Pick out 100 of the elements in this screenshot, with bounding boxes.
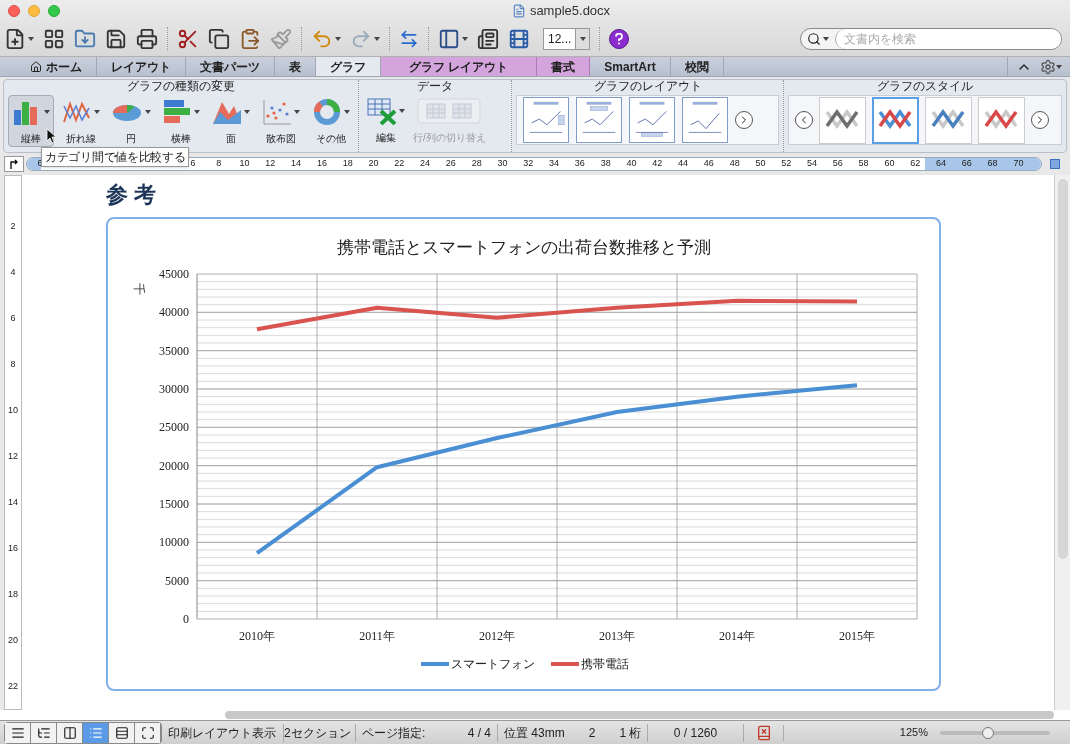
sidebar-button[interactable] — [438, 28, 468, 50]
y-tick-label: 25000 — [158, 420, 189, 435]
x-tick-label: 2011年 — [358, 629, 395, 643]
ribbon-tab[interactable]: ホーム — [16, 57, 97, 76]
legend-label: 携帯電話 — [580, 657, 629, 671]
ruler-number: 8 — [10, 358, 16, 371]
ruler-toggle-icon[interactable] — [1050, 159, 1060, 169]
layout-thumbnail[interactable] — [523, 97, 569, 143]
caret-icon — [579, 37, 586, 41]
font-size-field[interactable]: 12... — [543, 28, 591, 50]
caret-icon — [28, 37, 34, 41]
ruler-number: 14 — [8, 496, 18, 509]
ruler-number: 52 — [780, 157, 793, 171]
ruler-number: 2 — [10, 220, 16, 233]
chart-type-button[interactable]: その他 — [308, 95, 354, 147]
y-tick-label: 0 — [182, 612, 189, 626]
horizontal-scrollbar[interactable] — [225, 711, 1054, 719]
view-button[interactable] — [109, 722, 135, 743]
layout-thumbnail[interactable] — [576, 97, 622, 143]
search-icon — [807, 32, 821, 46]
ribbon-tab[interactable]: SmartArt — [590, 57, 671, 76]
ruler-number: 30 — [496, 157, 509, 171]
ruler-number: 70 — [1012, 157, 1025, 171]
vertical-scrollbar[interactable] — [1054, 175, 1070, 710]
chart-type-button[interactable]: 散布図 — [258, 95, 304, 147]
save-icon[interactable] — [105, 28, 127, 50]
layout-thumbnail[interactable] — [682, 97, 728, 143]
view-button[interactable] — [57, 722, 83, 743]
status-text: 1 桁 — [619, 724, 642, 742]
ruler-number: 4 — [10, 266, 16, 279]
ruler-number: 40 — [625, 157, 638, 171]
chart-style-thumbnail[interactable] — [978, 96, 1025, 144]
chart-type-button[interactable]: 面 — [208, 95, 254, 147]
new-document-button[interactable] — [4, 28, 34, 50]
zoom-button[interactable] — [48, 5, 60, 17]
ruler-number: 36 — [573, 157, 586, 171]
media-icon[interactable] — [508, 28, 530, 50]
view-button[interactable] — [5, 722, 31, 743]
donut-chart-icon — [312, 98, 342, 126]
ruler-number: 42 — [651, 157, 664, 171]
y-tick-label: 15000 — [158, 497, 189, 511]
close-button[interactable] — [8, 5, 20, 17]
ribbon-tab[interactable]: 校閲 — [670, 57, 724, 76]
ruler-number: 28 — [470, 157, 483, 171]
group-title: グラフのスタイル — [876, 80, 974, 93]
ruler-number: 46 — [702, 157, 715, 171]
copy-icon[interactable] — [208, 28, 230, 50]
caret-icon — [399, 109, 405, 113]
cut-icon[interactable] — [177, 28, 199, 50]
ruler-number: 20 — [8, 634, 18, 647]
table-edit-icon — [367, 97, 397, 125]
chart-style-thumbnail[interactable] — [872, 96, 919, 144]
view-button[interactable] — [135, 722, 161, 743]
open-folder-icon[interactable] — [74, 28, 96, 50]
bar-chart-icon — [162, 98, 192, 126]
ribbon-tab[interactable]: 書式 — [537, 57, 591, 76]
chart-title: 携帯電話とスマートフォンの出荷台数推移と予測 — [336, 238, 711, 257]
legend-label: スマートフォン — [450, 657, 535, 671]
ruler-number: 32 — [522, 157, 535, 171]
help-icon[interactable] — [609, 29, 630, 49]
group-title: グラフのレイアウト — [592, 80, 703, 93]
x-tick-label: 2010年 — [238, 629, 275, 643]
gallery-icon[interactable] — [43, 28, 65, 50]
ruler-number: 18 — [341, 157, 354, 171]
tab-stop-icon[interactable] — [9, 159, 19, 169]
layout-thumbnail[interactable] — [629, 97, 675, 143]
status-text: 位置 43mm — [504, 724, 565, 742]
view-icon — [88, 725, 103, 740]
window-title: sample5.docx — [529, 2, 611, 21]
settings-icon[interactable] — [1040, 58, 1056, 75]
ruler-number: 56 — [831, 157, 844, 171]
ribbon-tab[interactable]: 文書パーツ — [186, 57, 275, 76]
ribbon-tab[interactable]: グラフ レイアウト — [381, 57, 538, 76]
ribbon-tab[interactable]: グラフ — [316, 57, 381, 76]
search-field[interactable]: 文書内を検索 — [800, 28, 1062, 50]
chart-type-button[interactable]: 折れ線 — [58, 95, 104, 147]
status-text: ページ指定: — [362, 724, 426, 742]
caret-icon — [823, 37, 829, 41]
ribbon-tab[interactable]: レイアウト — [97, 57, 186, 76]
status-text: 印刷レイアウト表示 — [162, 723, 284, 742]
ruler-number: 54 — [806, 157, 819, 171]
zoom-text: 125% — [898, 725, 929, 741]
spelling-icon[interactable] — [755, 724, 772, 741]
chart-style-thumbnail[interactable] — [819, 96, 866, 144]
slider-thumb[interactable] — [982, 726, 995, 739]
window-icon[interactable] — [477, 28, 499, 50]
print-icon[interactable] — [136, 28, 158, 50]
arrows-icon[interactable] — [399, 29, 419, 49]
x-tick-label: 2012年 — [478, 629, 515, 643]
y-tick-label: 30000 — [158, 382, 189, 396]
view-button[interactable] — [31, 722, 57, 743]
chart-type-button[interactable]: 円 — [108, 95, 154, 147]
paste-icon[interactable] — [239, 28, 261, 50]
chart-type-button[interactable]: 縦棒 — [8, 95, 54, 147]
data-button[interactable]: 編集 — [367, 95, 405, 145]
chart-type-button[interactable]: 横棒 — [158, 95, 204, 147]
mouse-pointer-icon — [46, 128, 56, 144]
chart-style-thumbnail[interactable] — [925, 96, 972, 144]
ruler-number: 20 — [367, 157, 380, 171]
ruler-number: 16 — [315, 157, 328, 171]
